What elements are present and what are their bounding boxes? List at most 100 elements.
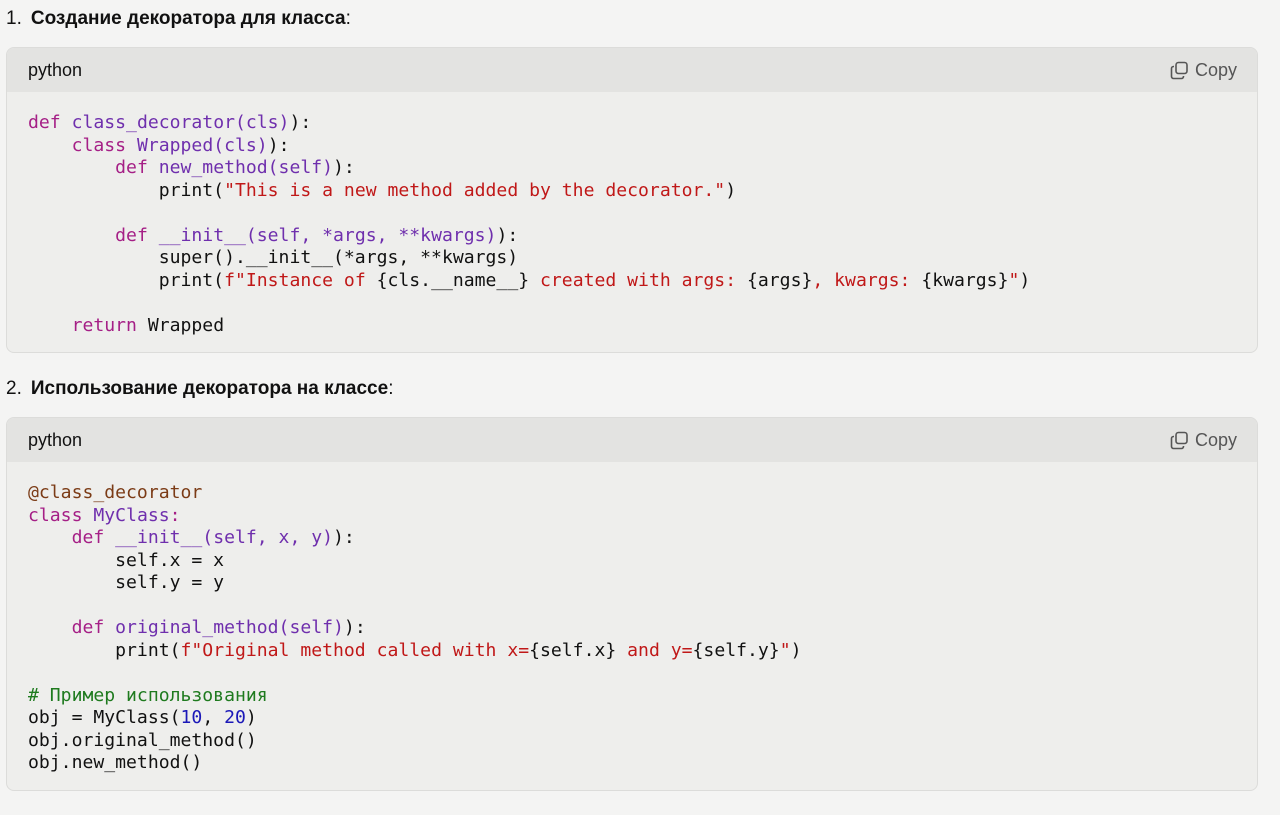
code-token: self.y = y xyxy=(28,572,225,593)
code-line: obj.original_method() xyxy=(28,730,1236,753)
step-suffix: : xyxy=(345,8,351,29)
code-token: created with args: xyxy=(529,269,747,291)
step-suffix: : xyxy=(388,378,394,399)
code-token: MyClass xyxy=(93,504,170,526)
code-token: return xyxy=(71,314,148,336)
code-token: ): xyxy=(333,527,355,548)
code-token: ) xyxy=(1019,269,1031,291)
code-token: class xyxy=(28,504,94,526)
code-line: def __init__(self, *args, **kwargs)): xyxy=(28,225,1236,248)
code-block-1: python Copy def class_decorator(cls)): c… xyxy=(6,47,1258,353)
copy-label: Copy xyxy=(1194,59,1237,80)
code-token: # Пример использования xyxy=(28,684,268,706)
code-token: , xyxy=(202,707,225,728)
code-token: __init__(self, x, y) xyxy=(115,527,334,548)
code-token: new_method(self) xyxy=(158,157,334,178)
code-token: "This is a new method added by the decor… xyxy=(224,179,726,201)
code-token: class xyxy=(71,134,137,156)
code-line: # Пример использования xyxy=(28,685,1236,708)
code-line: return Wrapped xyxy=(28,315,1236,338)
code-line: obj = MyClass(10, 20) xyxy=(28,707,1236,730)
code-token: self.x = x xyxy=(28,549,225,571)
code-token: def xyxy=(115,224,159,246)
code-line: def original_method(self)): xyxy=(28,617,1236,640)
code-line: class Wrapped(cls)): xyxy=(28,135,1236,158)
copy-icon xyxy=(1170,61,1189,80)
code-token: " xyxy=(1008,269,1020,291)
code-token: f"Instance of xyxy=(224,269,377,291)
code-token: ): xyxy=(333,157,355,178)
code-language-label: python xyxy=(28,59,83,80)
code-token: def xyxy=(71,617,116,638)
code-token: obj.new_method() xyxy=(28,752,203,773)
code-token: {kwargs} xyxy=(921,269,1009,291)
copy-label: Copy xyxy=(1194,429,1237,450)
copy-icon xyxy=(1170,431,1189,450)
step-number: 2. xyxy=(6,378,22,399)
code-token: ) xyxy=(245,707,257,728)
code-line: def __init__(self, x, y)): xyxy=(28,527,1236,550)
code-line: def class_decorator(cls)): xyxy=(28,112,1236,135)
code-token: 20 xyxy=(224,707,246,728)
code-token: {args} xyxy=(747,269,813,291)
code-token: @class_decorator xyxy=(28,482,203,503)
code-token: def xyxy=(28,112,72,133)
code-line: print(f"Instance of {cls.__name__} creat… xyxy=(28,270,1236,293)
step-title: Использование декоратора на классе xyxy=(30,378,389,399)
code-token: def xyxy=(115,157,159,178)
code-block-header: python Copy xyxy=(7,418,1257,462)
code-token: original_method(self) xyxy=(115,617,344,638)
code-line: self.x = x xyxy=(28,550,1236,573)
code-line: print("This is a new method added by the… xyxy=(28,180,1236,203)
code-line: super().__init__(*args, **kwargs) xyxy=(28,247,1236,270)
step-title: Создание декоратора для класса xyxy=(30,8,346,29)
code-token: __init__(self, *args, **kwargs) xyxy=(158,224,497,246)
code-content: @class_decorator class MyClass: def __ini… xyxy=(7,462,1257,775)
code-token: print( xyxy=(28,269,225,291)
code-content: def class_decorator(cls)): class Wrapped… xyxy=(7,92,1257,337)
step-1-heading: 1. Создание декоратора для класса: xyxy=(6,7,351,31)
code-line: @class_decorator xyxy=(28,482,1236,505)
code-token: ) xyxy=(725,179,737,201)
code-token: {self.y} xyxy=(692,639,780,661)
code-token: print( xyxy=(28,639,181,661)
step-2-heading: 2. Использование декоратора на классе: xyxy=(6,377,393,401)
code-line: obj.new_method() xyxy=(28,752,1236,775)
code-token: , kwargs: xyxy=(812,269,922,291)
code-block-2: python Copy @class_decorator class MyClas… xyxy=(6,417,1258,791)
code-token: Wrapped(cls) xyxy=(136,134,268,156)
step-number: 1. xyxy=(6,8,22,29)
code-token: Wrapped xyxy=(147,314,225,336)
code-block-header: python Copy xyxy=(7,48,1257,92)
code-line: def new_method(self)): xyxy=(28,157,1236,180)
code-language-label: python xyxy=(28,429,83,450)
copy-code-button[interactable]: Copy xyxy=(1170,430,1237,451)
code-token: {self.x} xyxy=(529,639,617,661)
code-line: print(f"Original method called with x={s… xyxy=(28,640,1236,663)
copy-code-button[interactable]: Copy xyxy=(1170,60,1237,81)
code-token: ): xyxy=(343,617,366,638)
code-token: class_decorator(cls) xyxy=(71,112,290,133)
code-token: f"Original method called with x= xyxy=(180,639,530,661)
code-token: print( xyxy=(28,179,225,201)
code-token: obj.original_method() xyxy=(28,729,257,751)
code-line: class MyClass: xyxy=(28,505,1236,528)
code-token: def xyxy=(71,527,116,548)
code-token: ): xyxy=(496,224,519,246)
code-token: : xyxy=(169,504,181,526)
code-token: 10 xyxy=(180,707,203,728)
code-token: and y= xyxy=(616,639,693,661)
code-line: self.y = y xyxy=(28,572,1236,595)
code-token: obj = MyClass( xyxy=(28,707,181,728)
code-token: ): xyxy=(267,134,290,156)
